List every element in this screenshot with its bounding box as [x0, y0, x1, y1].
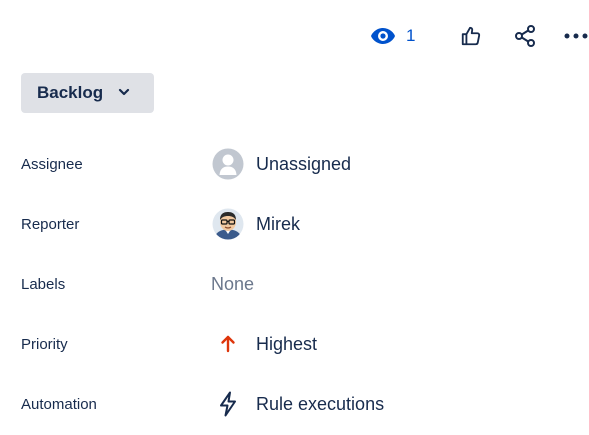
field-row-assignee: Assignee Unassigned	[0, 144, 589, 184]
field-row-labels: Labels None	[0, 264, 589, 304]
like-button[interactable]	[456, 20, 486, 52]
reporter-value[interactable]: Mirek	[211, 204, 300, 244]
automation-label: Automation	[21, 395, 97, 413]
default-avatar-icon	[211, 147, 245, 181]
assignee-name: Unassigned	[256, 153, 352, 174]
more-actions-button[interactable]	[563, 20, 589, 52]
assignee-label: Assignee	[21, 155, 83, 173]
assignee-value[interactable]: Unassigned	[211, 144, 351, 184]
eye-icon	[370, 27, 396, 45]
share-icon	[513, 24, 537, 48]
field-row-reporter: Reporter Mirek	[0, 204, 589, 244]
status-dropdown[interactable]: Backlog	[21, 73, 154, 113]
thumbs-up-icon	[460, 25, 482, 47]
status-label: Backlog	[37, 83, 104, 102]
avatar	[211, 207, 245, 241]
labels-value[interactable]: None	[211, 264, 254, 304]
lightning-bolt-icon	[211, 387, 245, 421]
share-button[interactable]	[510, 20, 540, 52]
more-icon	[564, 33, 588, 39]
watchers-count: 1	[406, 26, 416, 45]
priority-value[interactable]: Highest	[211, 324, 317, 364]
field-row-priority: Priority Highest	[0, 324, 589, 364]
watch-button[interactable]: 1	[370, 20, 415, 52]
field-row-automation: Automation Rule executions	[0, 384, 589, 424]
automation-value[interactable]: Rule executions	[211, 384, 384, 424]
automation-link: Rule executions	[256, 393, 385, 414]
reporter-label: Reporter	[21, 215, 80, 233]
priority-label: Priority	[21, 335, 68, 353]
reporter-name: Mirek	[256, 213, 300, 234]
labels-label: Labels	[21, 275, 66, 293]
issue-actions-bar: 1	[0, 0, 589, 72]
priority-name: Highest	[256, 333, 318, 354]
chevron-down-icon	[117, 85, 131, 99]
arrow-up-icon	[211, 327, 245, 361]
